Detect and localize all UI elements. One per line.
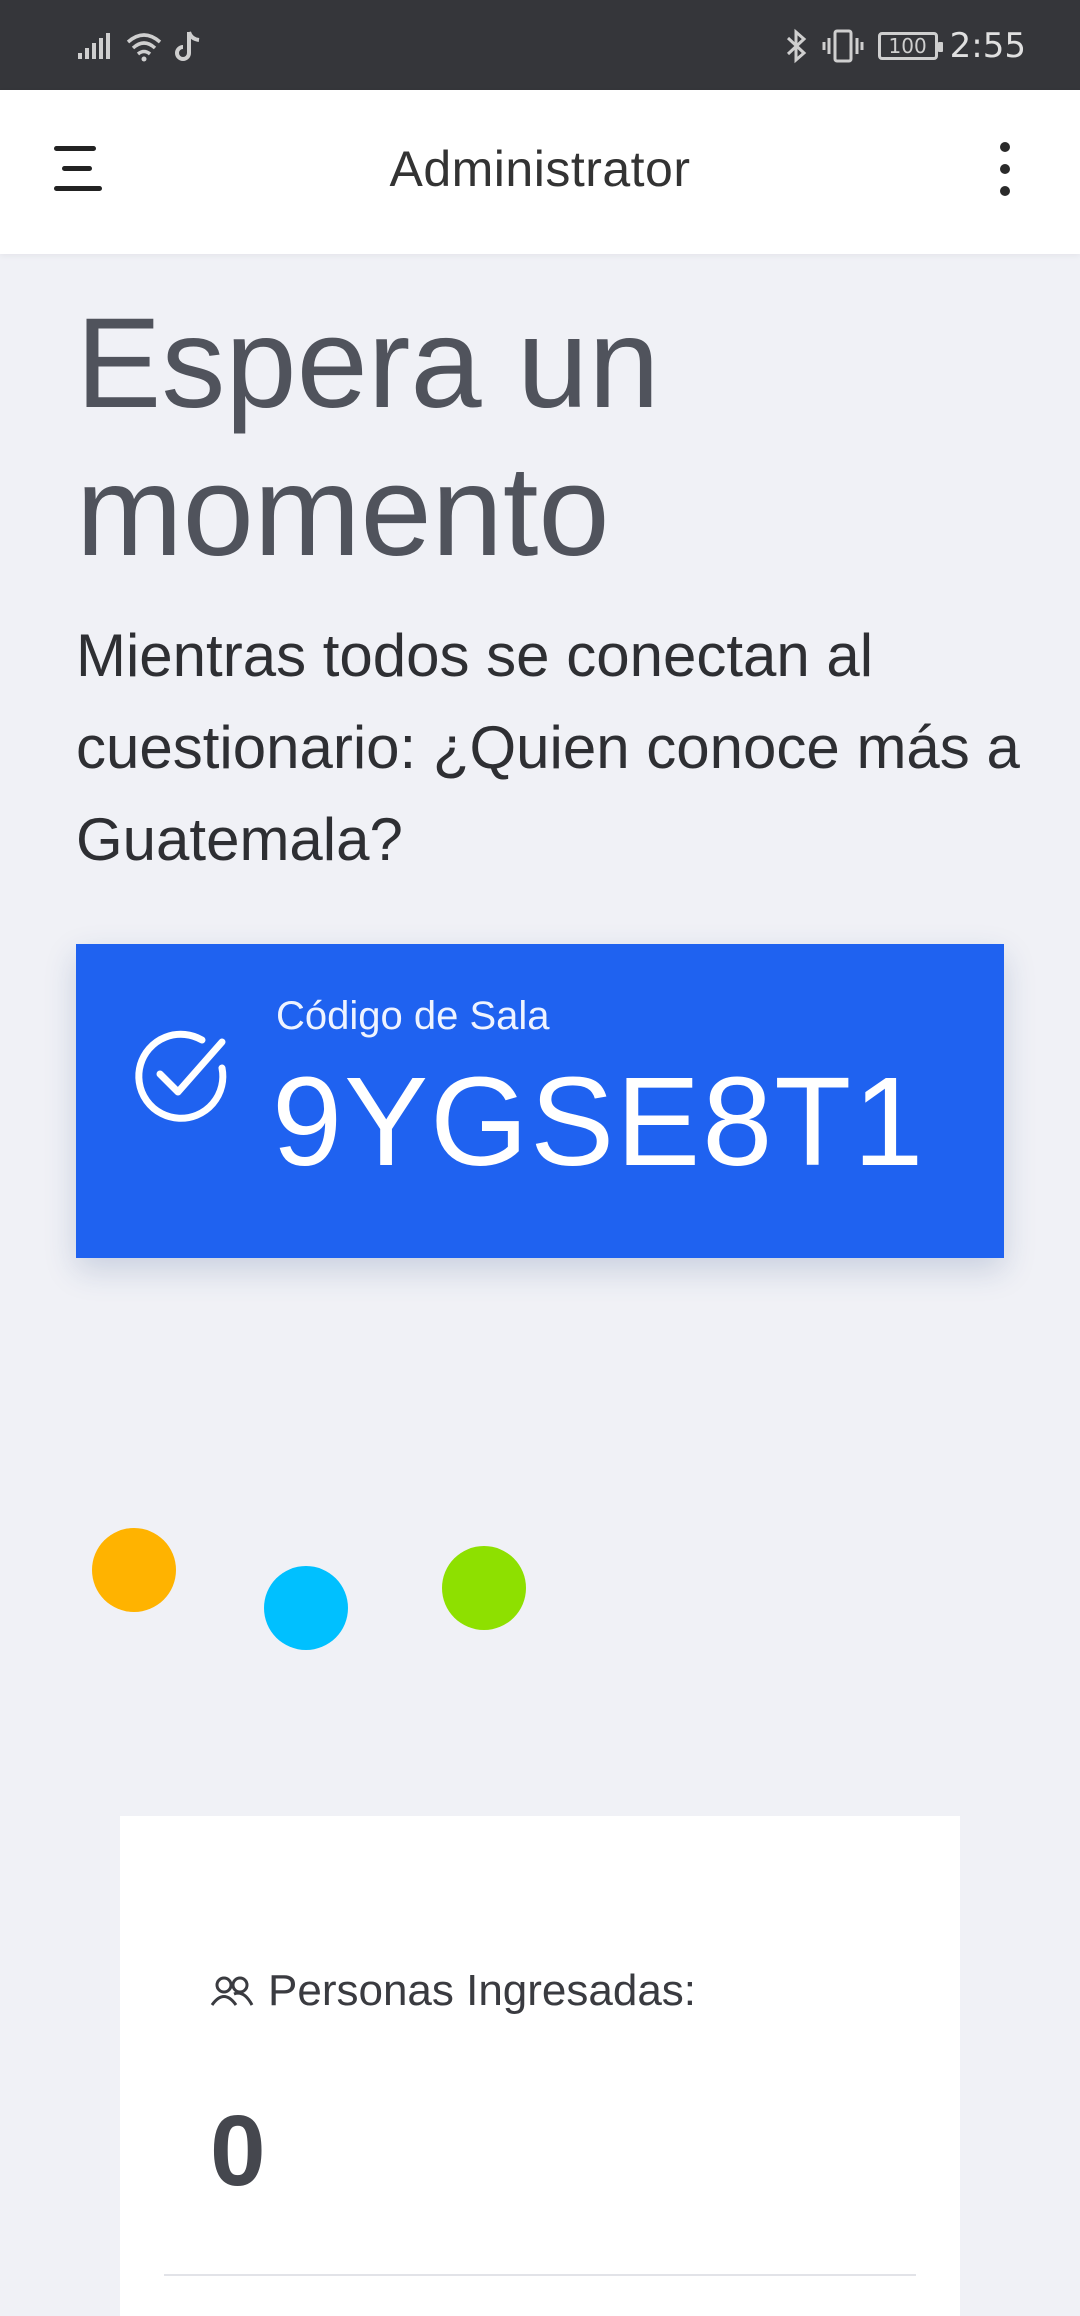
participants-label-row: Personas Ingresadas: [210,1966,696,2016]
people-icon [210,1976,254,2006]
signal-icon [78,33,110,59]
room-code-label: Código de Sala [276,994,550,1038]
loader-dot-blue [264,1566,348,1650]
status-left-icons [76,26,204,66]
battery-icon: 100 [877,32,943,60]
app-bar: Administrator [0,90,1080,254]
status-bar: 100 2:55 [0,0,1080,90]
bluetooth-icon [786,28,806,64]
page-subtitle: Mientras todos se conectan al cuestionar… [76,622,1020,873]
page-headline: Espera un momento [76,292,660,583]
more-vert-icon[interactable] [990,142,1020,202]
participants-label: Personas Ingresadas: [268,1966,697,2015]
wifi-icon [126,33,162,62]
room-code-value: 9YGSE8T1 [272,1051,926,1192]
participants-count: 0 [210,2095,266,2207]
card-divider [164,2274,916,2276]
vibrate-icon [822,29,864,63]
participants-card: Personas Ingresadas: 0 [120,1816,960,2316]
tiktok-icon [175,31,200,61]
app-title: Administrator [389,141,691,197]
check-circle-icon [135,1030,227,1122]
room-code-card: Código de Sala 9YGSE8T1 [76,944,1004,1258]
loader-dot-orange [92,1528,176,1612]
status-right-icons: 100 2:55 [784,24,1026,68]
loader-dot-green [442,1546,526,1630]
status-time: 2:55 [949,26,1026,66]
